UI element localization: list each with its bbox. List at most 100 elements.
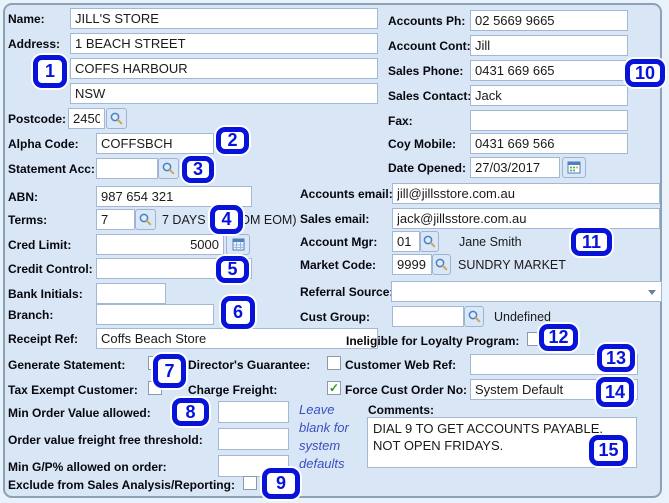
address-line3-input[interactable] [70, 83, 378, 104]
market-code-name: SUNDRY MARKET [458, 258, 566, 272]
sales-email-input[interactable] [392, 208, 660, 229]
cred-limit-calculator-button[interactable] [226, 234, 250, 255]
bank-initials-input[interactable] [96, 283, 166, 304]
min-gp-label: Min G/P% allowed on order: [8, 460, 167, 474]
fax-label: Fax: [388, 114, 413, 128]
callout-13: 13 [597, 344, 635, 372]
statement-acc-input[interactable] [96, 158, 158, 179]
abn-label: ABN: [8, 190, 38, 204]
accounts-email-input[interactable] [392, 183, 660, 204]
name-label: Name: [8, 12, 45, 26]
calculator-icon [232, 238, 244, 251]
customer-web-ref-label: Customer Web Ref: [345, 358, 457, 372]
force-cust-order-value: System Default [475, 382, 564, 397]
postcode-label: Postcode: [8, 112, 67, 126]
magnifier-icon [468, 310, 480, 323]
force-cust-order-label: Force Cust Order No: [345, 383, 468, 397]
calendar-icon [567, 161, 581, 174]
market-code-label: Market Code: [300, 258, 377, 272]
postcode-lookup-button[interactable] [106, 108, 127, 129]
abn-input[interactable] [96, 186, 252, 207]
receipt-ref-input[interactable] [96, 328, 378, 349]
callout-1: 1 [33, 55, 67, 88]
coy-mobile-label: Coy Mobile: [388, 137, 456, 151]
callout-15: 15 [589, 435, 628, 466]
cust-group-lookup-button[interactable] [464, 306, 484, 327]
callout-8: 8 [172, 398, 209, 426]
charge-freight-checkbox[interactable] [327, 381, 341, 395]
account-cont-label: Account Cont: [388, 39, 471, 53]
cust-group-input[interactable] [392, 306, 464, 327]
exclude-sales-label: Exclude from Sales Analysis/Reporting: [8, 478, 235, 492]
alpha-code-label: Alpha Code: [8, 137, 79, 151]
cred-limit-input[interactable] [96, 234, 224, 255]
terms-code-input[interactable] [96, 209, 135, 230]
market-code-input[interactable] [392, 254, 432, 275]
date-opened-label: Date Opened: [388, 161, 467, 175]
market-code-lookup-button[interactable] [432, 254, 451, 275]
sales-contact-label: Sales Contact: [388, 89, 472, 103]
magnifier-icon [435, 258, 448, 271]
fax-input[interactable] [470, 110, 628, 131]
sales-phone-label: Sales Phone: [388, 64, 464, 78]
charge-freight-label: Charge Freight: [188, 383, 278, 397]
callout-14: 14 [596, 377, 634, 407]
account-mgr-input[interactable] [392, 231, 420, 252]
cust-group-name: Undefined [494, 310, 551, 324]
exclude-sales-checkbox[interactable] [243, 476, 257, 490]
address-label: Address: [8, 37, 61, 51]
defaults-note: Leave blank for system defaults [299, 402, 349, 471]
min-order-value-input[interactable] [218, 401, 289, 423]
tax-exempt-label: Tax Exempt Customer: [8, 383, 138, 397]
ineligible-loyalty-label: Ineligible for Loyalty Program: [346, 334, 520, 348]
freight-free-threshold-input[interactable] [218, 428, 289, 450]
coy-mobile-input[interactable] [470, 133, 628, 154]
chevron-down-icon [648, 290, 656, 299]
freight-free-threshold-label: Order value freight free threshold: [8, 433, 203, 447]
statement-acc-lookup-button[interactable] [158, 158, 179, 179]
cred-limit-label: Cred Limit: [8, 238, 72, 252]
callout-9: 9 [262, 468, 300, 499]
sales-contact-input[interactable] [470, 85, 628, 106]
date-opened-input[interactable] [470, 157, 560, 178]
min-order-value-label: Min Order Value allowed: [8, 406, 151, 420]
magnifier-icon [110, 112, 123, 125]
referral-source-select[interactable] [391, 281, 662, 302]
directors-guarantee-label: Director's Guarantee: [188, 358, 311, 372]
receipt-ref-label: Receipt Ref: [8, 332, 79, 346]
date-opened-calendar-button[interactable] [562, 157, 586, 178]
callout-2: 2 [216, 127, 249, 154]
account-mgr-name: Jane Smith [459, 235, 522, 249]
directors-guarantee-checkbox[interactable] [327, 356, 341, 370]
callout-4: 4 [210, 205, 243, 234]
account-mgr-lookup-button[interactable] [420, 231, 439, 252]
magnifier-icon [139, 213, 152, 226]
terms-label: Terms: [8, 213, 48, 227]
magnifier-icon [423, 235, 436, 248]
comments-label: Comments: [368, 403, 435, 417]
accounts-ph-input[interactable] [470, 10, 628, 31]
accounts-email-label: Accounts email: [300, 187, 393, 201]
postcode-input[interactable] [68, 108, 105, 129]
alpha-code-input[interactable] [96, 133, 214, 154]
address-line2-input[interactable] [70, 58, 378, 79]
statement-acc-label: Statement Acc: [8, 162, 95, 176]
sales-phone-input[interactable] [470, 60, 628, 81]
branch-input[interactable] [96, 304, 214, 325]
sales-email-label: Sales email: [300, 212, 370, 226]
cust-group-label: Cust Group: [300, 310, 370, 324]
account-mgr-label: Account Mgr: [300, 235, 378, 249]
callout-3: 3 [182, 156, 214, 183]
referral-source-label: Referral Source: [300, 285, 394, 299]
account-cont-input[interactable] [470, 35, 628, 56]
generate-statement-label: Generate Statement: [8, 358, 126, 372]
magnifier-icon [162, 162, 175, 175]
callout-5: 5 [216, 256, 249, 283]
customer-details-form: Name: Address: Postcode: Alpha Code: Sta… [0, 0, 669, 503]
name-input[interactable] [70, 8, 378, 29]
bank-initials-label: Bank Initials: [8, 287, 83, 301]
accounts-ph-label: Accounts Ph: [388, 14, 466, 28]
terms-lookup-button[interactable] [135, 209, 156, 230]
credit-control-label: Credit Control: [8, 262, 93, 276]
address-line1-input[interactable] [70, 33, 378, 54]
